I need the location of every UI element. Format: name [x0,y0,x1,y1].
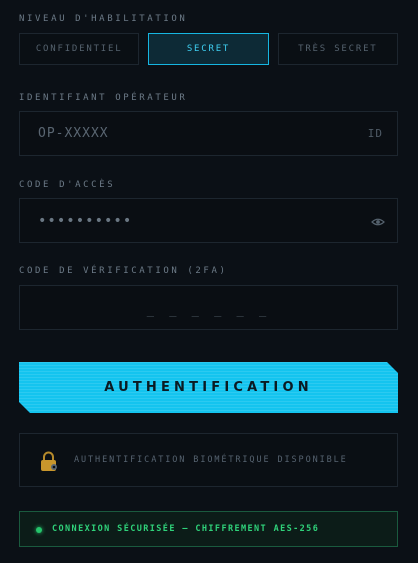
clearance-option-secret[interactable]: SECRET [148,33,269,65]
clearance-selector: CONFIDENTIEL SECRET TRÈS SECRET [19,33,398,65]
operator-id-label: IDENTIFIANT OPÉRATEUR [19,93,188,103]
operator-id-placeholder: OP-XXXXX [38,126,109,141]
eye-icon[interactable] [371,214,385,228]
authenticate-button-label: AUTHENTIFICATION [104,380,313,395]
clearance-label: NIVEAU D'HABILITATION [19,14,188,24]
verification-placeholder: _ _ _ _ _ _ [146,302,271,317]
access-code-label: CODE D'ACCÈS [19,180,116,190]
access-code-input[interactable]: •••••••••• [19,198,398,243]
verification-code-input[interactable]: _ _ _ _ _ _ [19,285,398,330]
biometric-option[interactable]: AUTHENTIFICATION BIOMÉTRIQUE DISPONIBLE [19,433,398,487]
access-code-value: •••••••••• [38,212,133,229]
clearance-option-tres-secret[interactable]: TRÈS SECRET [277,33,398,65]
authenticate-button[interactable]: AUTHENTIFICATION [19,362,398,413]
lock-icon [38,450,60,472]
status-indicator-dot [36,527,42,533]
clearance-option-confidentiel[interactable]: CONFIDENTIEL [19,33,140,65]
verification-label: CODE DE VÉRIFICATION (2FA) [19,266,228,276]
biometric-text: AUTHENTIFICATION BIOMÉTRIQUE DISPONIBLE [74,455,348,465]
connection-status: CONNEXION SÉCURISÉE — CHIFFREMENT AES-25… [19,511,398,547]
operator-id-input[interactable]: OP-XXXXX ID [19,111,398,156]
status-text: CONNEXION SÉCURISÉE — CHIFFREMENT AES-25… [52,524,320,534]
operator-id-suffix: ID [367,127,383,140]
